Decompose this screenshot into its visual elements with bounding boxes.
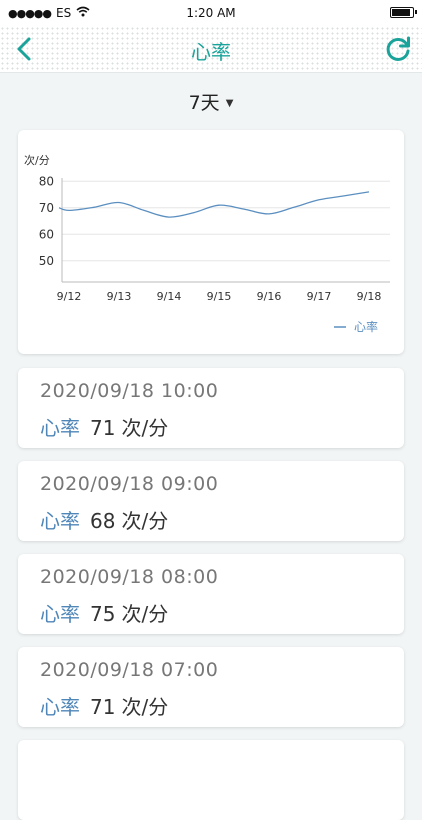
record-label: 心率 (40, 416, 80, 440)
record-card[interactable]: 2020/09/18 09:00 心率 68 次/分 (18, 461, 404, 541)
legend-label: 心率 (354, 319, 378, 334)
heart-rate-chart: 次/分 50 60 70 80 9/12 9/13 9/14 9/15 9/16 9/17 9/18 心… (24, 153, 390, 334)
range-dropdown[interactable]: 7天 ▼ (0, 88, 422, 115)
record-value-line: 心率 71 次/分 (40, 412, 168, 441)
record-card[interactable]: 2020/09/18 10:00 心率 71 次/分 (18, 368, 404, 448)
record-value: 71 (90, 416, 116, 440)
battery-icon (390, 7, 417, 18)
record-value-line: 心率 68 次/分 (40, 505, 168, 534)
y-tick-label: 70 (39, 201, 54, 215)
record-time: 2020/09/18 10:00 (40, 380, 219, 402)
record-value: 75 (90, 602, 116, 626)
x-tick-label: 9/16 (257, 290, 282, 303)
record-value-line: 心率 71 次/分 (40, 691, 168, 720)
record-label: 心率 (40, 602, 80, 626)
record-unit: 次/分 (121, 695, 169, 719)
record-card[interactable] (18, 740, 404, 820)
record-unit: 次/分 (121, 509, 169, 533)
page-title: 心率 (191, 40, 231, 64)
record-value-line: 心率 75 次/分 (40, 598, 168, 627)
caret-down-icon: ▼ (225, 98, 234, 109)
y-tick-label: 50 (39, 254, 54, 268)
record-label: 心率 (40, 695, 80, 719)
x-tick-label: 9/13 (107, 290, 132, 303)
record-value: 71 (90, 695, 116, 719)
refresh-button[interactable] (382, 34, 414, 64)
record-time: 2020/09/18 09:00 (40, 473, 219, 495)
record-unit: 次/分 (121, 602, 169, 626)
record-time: 2020/09/18 08:00 (40, 566, 219, 588)
y-axis-label: 次/分 (24, 153, 50, 167)
chart-card: 次/分 50 60 70 80 9/12 9/13 9/14 9/15 9/16 9/17 9/18 心… (18, 130, 404, 354)
record-card[interactable]: 2020/09/18 07:00 心率 71 次/分 (18, 647, 404, 727)
y-tick-label: 60 (39, 227, 54, 241)
x-tick-label: 9/18 (357, 290, 382, 303)
x-tick-label: 9/12 (57, 290, 82, 303)
record-unit: 次/分 (121, 416, 169, 440)
record-time: 2020/09/18 07:00 (40, 659, 219, 681)
record-label: 心率 (40, 509, 80, 533)
range-label: 7天 (188, 92, 220, 114)
refresh-icon (386, 36, 410, 61)
x-tick-label: 9/15 (207, 290, 232, 303)
series-line-heart-rate (58, 191, 370, 218)
y-tick-label: 80 (39, 174, 54, 188)
x-tick-label: 9/17 (307, 290, 332, 303)
status-time: 1:20 AM (186, 6, 236, 20)
status-bar: ●●●●● ES 1:20 AM (0, 0, 422, 26)
record-card[interactable]: 2020/09/18 08:00 心率 75 次/分 (18, 554, 404, 634)
nav-bar: 心率 (0, 26, 422, 73)
record-value: 68 (90, 509, 116, 533)
x-tick-label: 9/14 (157, 290, 182, 303)
